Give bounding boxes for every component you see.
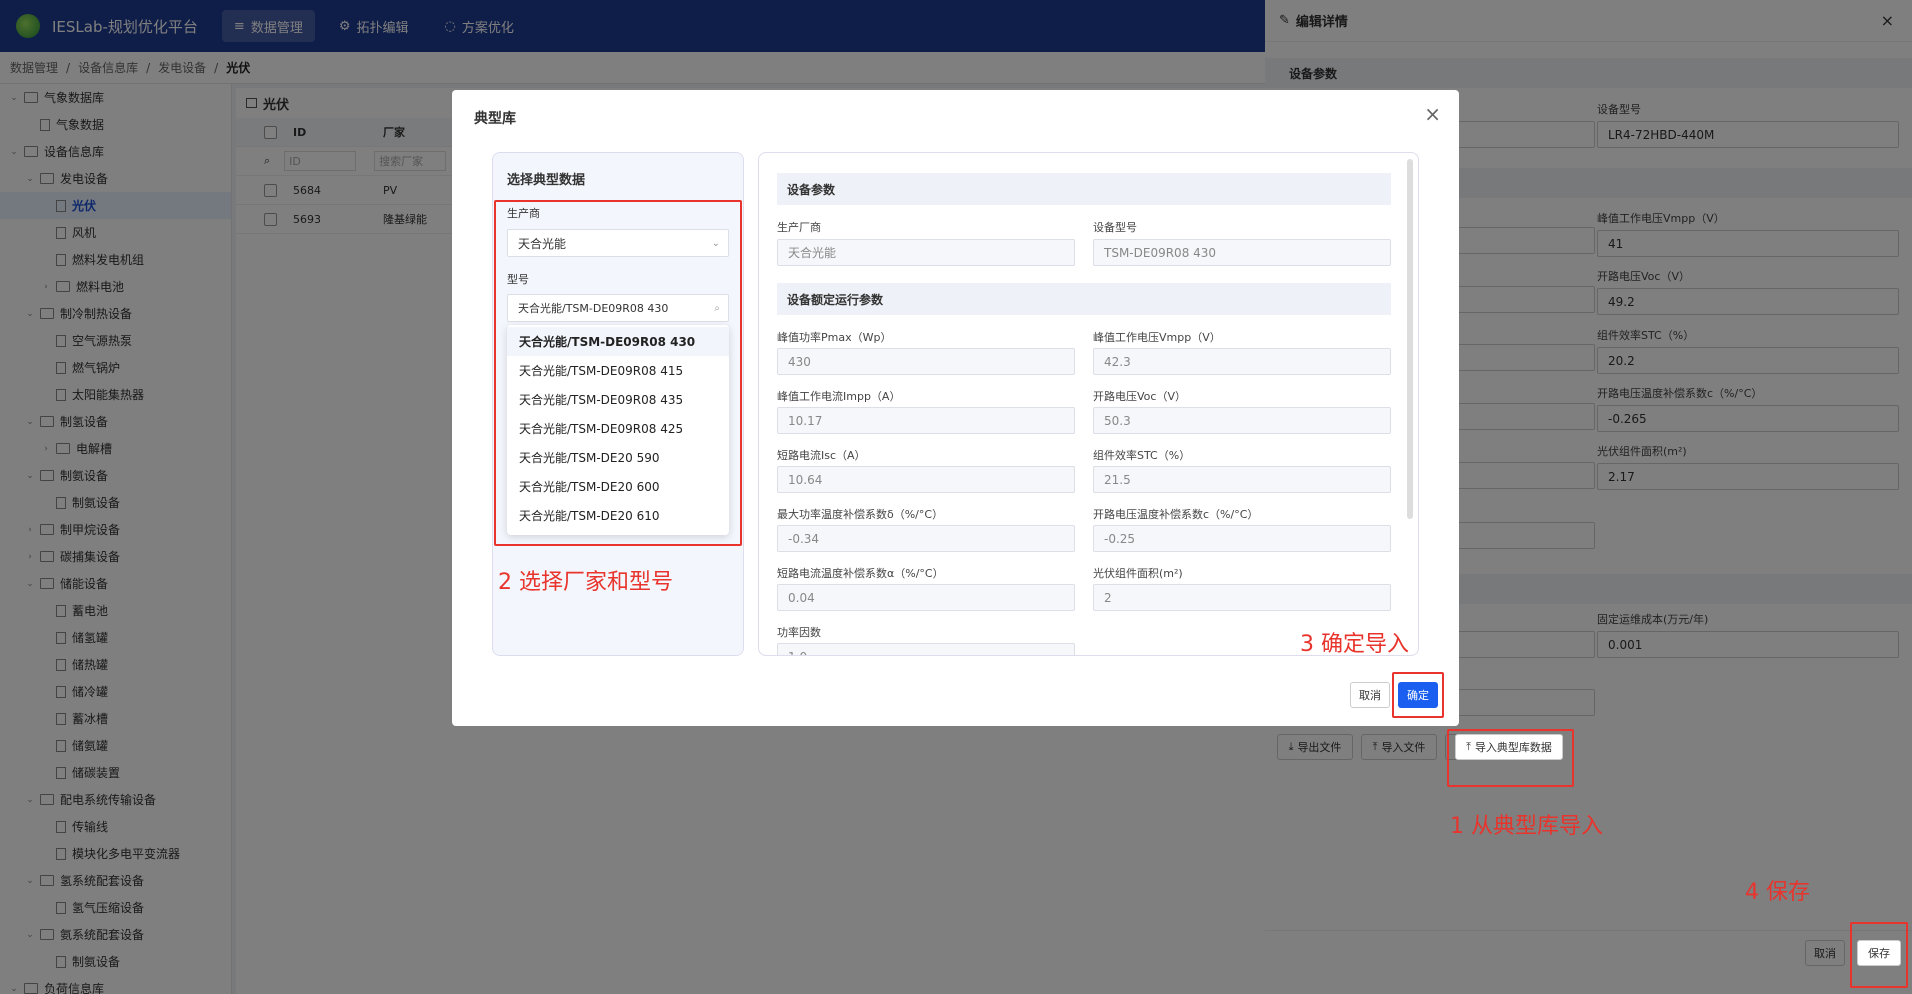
rated-value-field: 0.04	[777, 584, 1075, 611]
rated-value-field: -0.34	[777, 525, 1075, 552]
dialog-cancel-button[interactable]: 取消	[1350, 682, 1390, 708]
annotation-box-select	[494, 200, 742, 546]
field-label: 峰值功率Pmax（Wp）	[777, 331, 892, 344]
detail-section-basic: 设备参数	[777, 173, 1391, 205]
close-icon[interactable]: ×	[1424, 102, 1441, 126]
drawer-save-button-highlight[interactable]: 保存	[1857, 940, 1901, 966]
field-label: 峰值工作电流Impp（A）	[777, 390, 901, 403]
upload-icon: ⤒	[1466, 740, 1471, 753]
field-label: 开路电压温度补偿系数c（%/°C）	[1093, 508, 1259, 521]
rated-value-field: 10.64	[777, 466, 1075, 493]
field-label: 设备型号	[1093, 221, 1137, 234]
rated-value-field: 2	[1093, 584, 1391, 611]
import-typical-button-highlight[interactable]: ⤒ 导入典型库数据	[1455, 734, 1563, 760]
annotation-step-3: 3 确定导入	[1300, 632, 1409, 657]
annotation-step-2: 2 选择厂家和型号	[498, 570, 673, 595]
dialog-confirm-button[interactable]: 确定	[1398, 682, 1438, 708]
select-panel-title: 选择典型数据	[507, 173, 586, 188]
field-label: 开路电压Voc（V）	[1093, 390, 1186, 403]
typical-library-dialog: 典型库 × 选择典型数据 生产商 天合光能 ⌄ 型号 天合光能/TSM-DE09…	[452, 90, 1459, 726]
dialog-title: 典型库	[474, 111, 516, 127]
rated-value-field: 10.17	[777, 407, 1075, 434]
detail-panel: 设备参数 生产厂商 天合光能 设备型号 TSM-DE09R08 430 设备额定…	[758, 152, 1419, 656]
manufacturer-value-field: 天合光能	[777, 239, 1075, 266]
rated-value-field: 42.3	[1093, 348, 1391, 375]
rated-value-field: 50.3	[1093, 407, 1391, 434]
annotation-step-1: 1 从典型库导入	[1450, 814, 1603, 839]
field-label: 生产厂商	[777, 221, 821, 234]
field-label: 短路电流温度补偿系数α（%/°C）	[777, 567, 944, 580]
field-label: 光伏组件面积(m²)	[1093, 567, 1183, 580]
rated-value-field: 21.5	[1093, 466, 1391, 493]
model-value-field: TSM-DE09R08 430	[1093, 239, 1391, 266]
rated-value-field: 1.0	[777, 643, 1075, 655]
field-label: 功率因数	[777, 626, 821, 639]
field-label: 峰值工作电压Vmpp（V）	[1093, 331, 1221, 344]
detail-section-rated: 设备额定运行参数	[777, 283, 1391, 315]
scrollbar[interactable]	[1407, 159, 1413, 519]
rated-value-field: -0.25	[1093, 525, 1391, 552]
field-label: 短路电流Isc（A）	[777, 449, 866, 462]
rated-value-field: 430	[777, 348, 1075, 375]
field-label: 最大功率温度补偿系数δ（%/°C）	[777, 508, 944, 521]
field-label: 组件效率STC（%）	[1093, 449, 1191, 462]
annotation-step-4: 4 保存	[1745, 880, 1810, 905]
